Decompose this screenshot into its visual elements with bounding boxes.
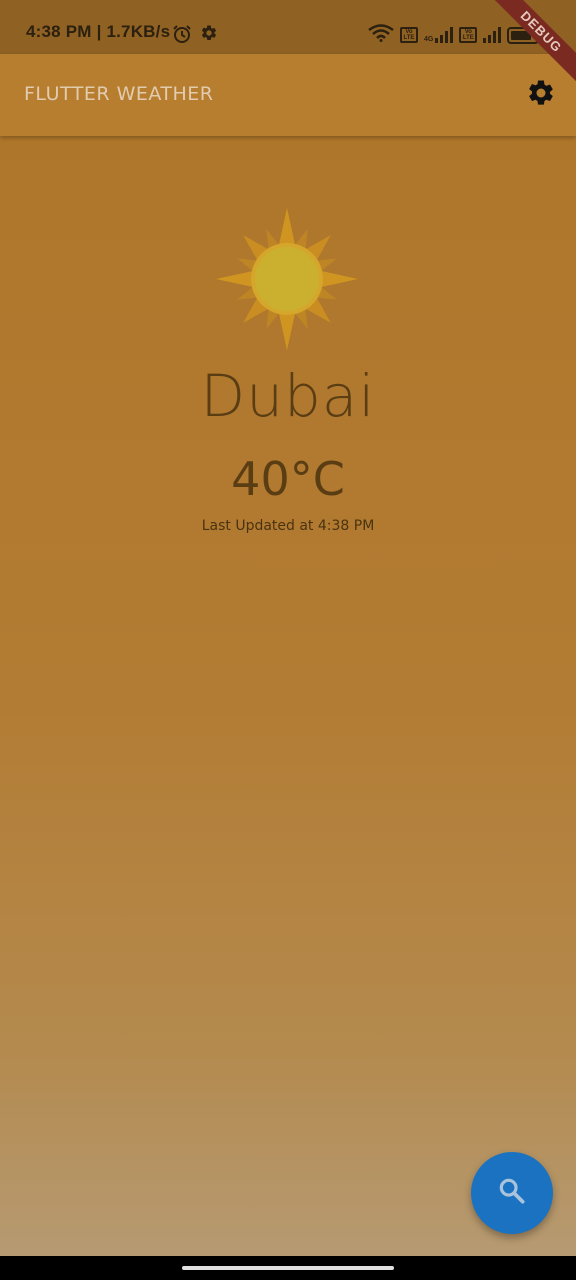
alarm-icon [172,24,192,48]
debug-banner: DEBUG [486,0,576,90]
settings-icon [200,24,218,48]
last-updated: Last Updated at 4:38 PM [201,518,375,534]
search-icon [496,1175,528,1211]
wifi-icon [368,24,394,46]
sun-icon [216,208,358,350]
navigation-bar [0,1256,576,1280]
home-gesture-handle[interactable] [182,1266,394,1270]
4g-signal-icon: 4G [424,27,454,43]
search-button[interactable] [471,1152,553,1234]
app-title: FLUTTER WEATHER [24,83,214,105]
city-name: Dubai [200,362,376,430]
volte-icon-2: Vo LTE [459,27,478,43]
status-time: 4:38 PM | 1.7KB/s [26,22,171,41]
temperature: 40°C [231,452,345,506]
volte-icon: Vo LTE [400,27,418,43]
